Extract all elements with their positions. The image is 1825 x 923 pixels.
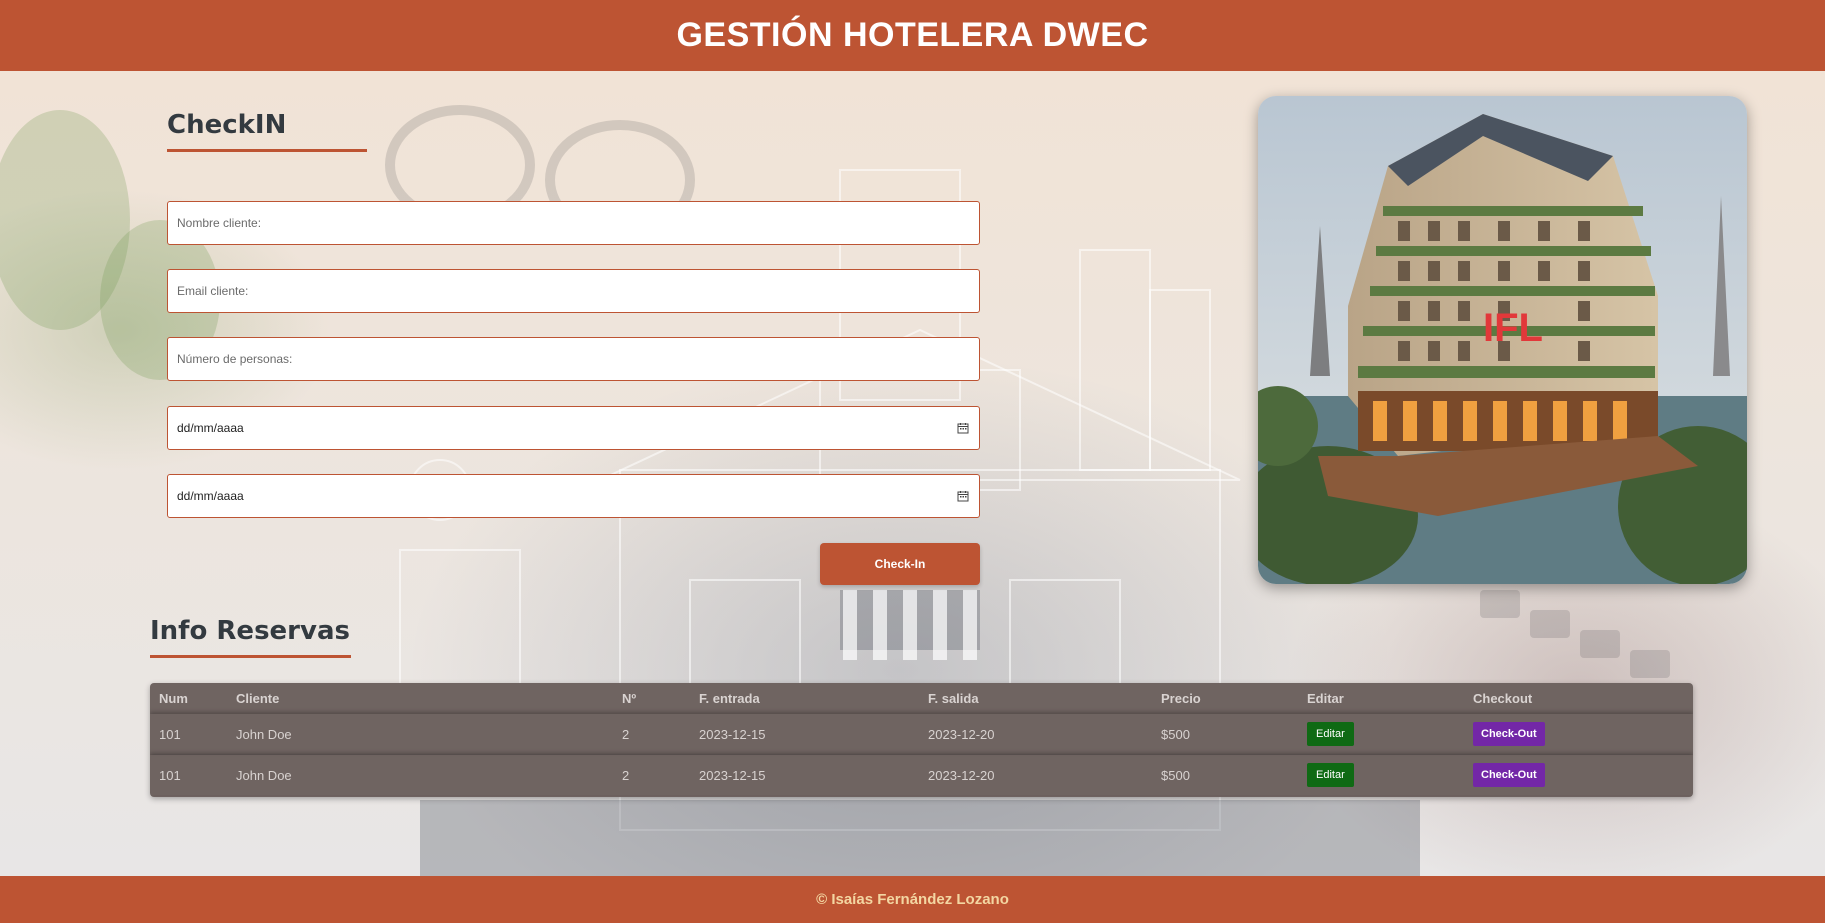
reservas-table: Num Cliente Nº F. entrada F. salida Prec… [150,683,1693,797]
cell-checkout: Check-Out [1473,755,1545,795]
column-header: Nº [622,690,637,706]
app-title: GESTIÓN HOTELERA DWEC [676,16,1149,54]
column-header: Precio [1161,690,1201,706]
checkin-title: CheckIN [167,110,287,140]
column-header: F. salida [928,690,979,706]
cell-editar: Editar [1307,714,1354,754]
cell-entrada: 2023-12-15 [699,767,766,783]
fecha-entrada-input[interactable]: dd/mm/aaaa [167,406,980,450]
app-footer: © Isaías Fernández Lozano [0,876,1825,923]
edit-button[interactable]: Editar [1307,722,1354,746]
cell-cliente: John Doe [236,726,292,742]
cell-cliente: John Doe [236,767,292,783]
reservas-title: Info Reservas [150,616,350,646]
nombre-cliente-input[interactable]: Nombre cliente: [167,201,980,245]
table-row: 101 John Doe 2 2023-12-15 2023-12-20 $50… [150,714,1693,754]
checkin-title-underline [167,149,367,152]
nombre-cliente-placeholder: Nombre cliente: [177,216,262,230]
calendar-icon[interactable] [957,422,969,434]
footer-copyright: © Isaías Fernández Lozano [816,891,1009,908]
app-header: GESTIÓN HOTELERA DWEC [0,0,1825,71]
table-row: 101 John Doe 2 2023-12-15 2023-12-20 $50… [150,755,1693,795]
column-header: Num [159,690,188,706]
column-header: Editar [1307,690,1344,706]
checkin-button[interactable]: Check-In [820,543,980,585]
edit-button[interactable]: Editar [1307,763,1354,787]
checkout-button[interactable]: Check-Out [1473,763,1545,787]
email-cliente-placeholder: Email cliente: [177,284,249,298]
cell-editar: Editar [1307,755,1354,795]
cell-salida: 2023-12-20 [928,767,995,783]
table-header-row: Num Cliente Nº F. entrada F. salida Prec… [150,683,1693,713]
checkout-button[interactable]: Check-Out [1473,722,1545,746]
hotel-photo: IFL [1258,96,1747,584]
hotel-sign: IFL [1483,306,1543,350]
cell-precio: $500 [1161,767,1190,783]
column-header: Checkout [1473,690,1533,706]
cell-precio: $500 [1161,726,1190,742]
fecha-salida-input[interactable]: dd/mm/aaaa [167,474,980,518]
column-header: Cliente [236,690,280,706]
cell-personas: 2 [622,726,630,742]
reservas-title-underline [150,655,351,658]
calendar-icon[interactable] [957,490,969,502]
fecha-salida-value: dd/mm/aaaa [177,489,244,503]
cell-entrada: 2023-12-15 [699,726,766,742]
cell-num: 101 [159,726,181,742]
numero-personas-input[interactable]: Número de personas: [167,337,980,381]
cell-salida: 2023-12-20 [928,726,995,742]
email-cliente-input[interactable]: Email cliente: [167,269,980,313]
cell-personas: 2 [622,767,630,783]
numero-personas-placeholder: Número de personas: [177,352,293,366]
fecha-entrada-value: dd/mm/aaaa [177,421,244,435]
cell-num: 101 [159,767,181,783]
column-header: F. entrada [699,690,760,706]
cell-checkout: Check-Out [1473,714,1545,754]
